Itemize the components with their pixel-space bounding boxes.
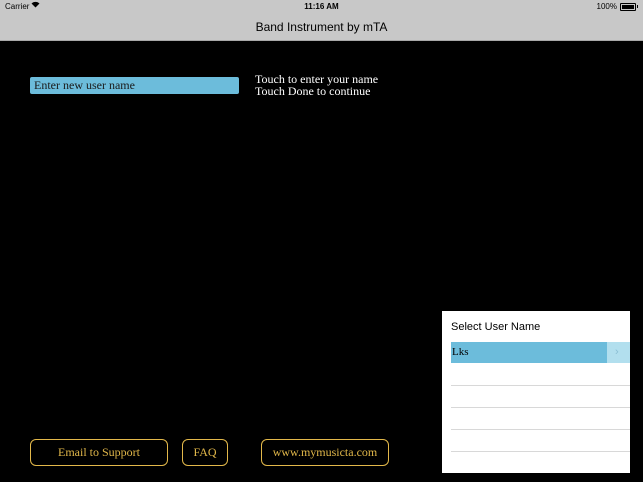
status-bar: Carrier 11:16 AM 100% [0, 0, 643, 13]
select-user-panel: Select User Name Lks › [442, 311, 630, 473]
page-title: Band Instrument by mTA [255, 20, 388, 34]
empty-list-row [451, 452, 630, 473]
user-name-label: Lks [452, 346, 469, 358]
navigation-bar: Band Instrument by mTA [0, 13, 643, 41]
status-time: 11:16 AM [304, 2, 339, 11]
battery-indicator: 100% [597, 2, 638, 11]
website-link-button[interactable]: www.mymusicta.com [261, 439, 389, 466]
chevron-right-icon: › [615, 346, 619, 358]
instructions: Touch to enter your name Touch Done to c… [255, 73, 378, 97]
empty-list-row [451, 364, 630, 386]
new-user-name-input[interactable] [30, 77, 239, 94]
instruction-line-2: Touch Done to continue [255, 84, 371, 98]
faq-button[interactable]: FAQ [182, 439, 228, 466]
email-support-button[interactable]: Email to Support [30, 439, 168, 466]
battery-percent: 100% [596, 2, 617, 11]
select-user-header: Select User Name [451, 321, 541, 333]
user-list-item[interactable]: Lks › [442, 342, 630, 363]
empty-list-row [451, 430, 630, 452]
empty-list-row [451, 408, 630, 430]
empty-list-row [451, 386, 630, 408]
battery-icon [620, 2, 636, 11]
